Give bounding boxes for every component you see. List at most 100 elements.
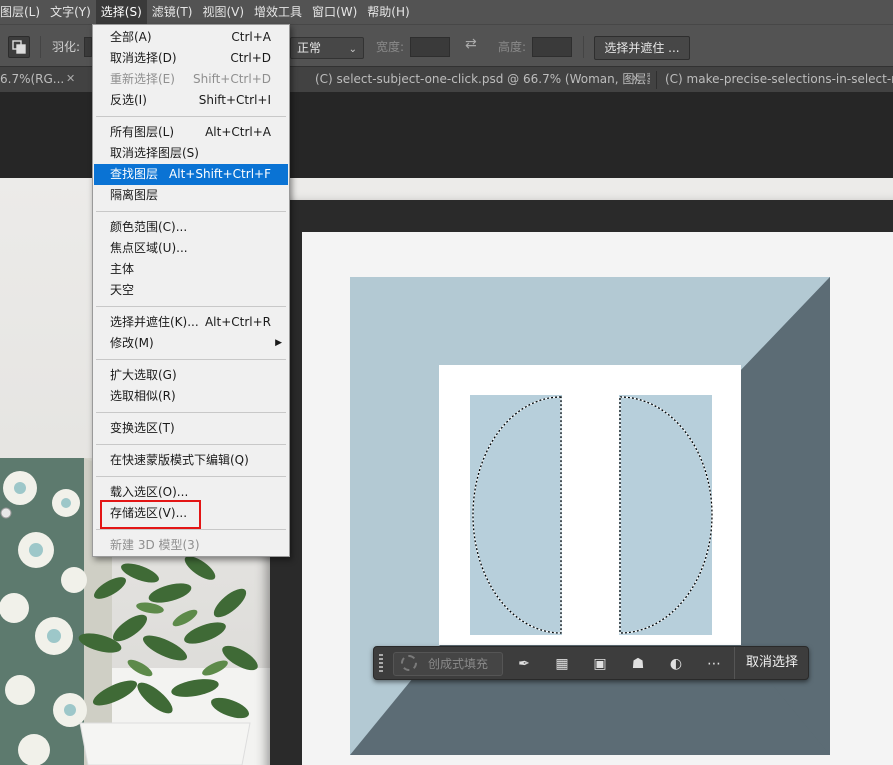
feather-label: 羽化: xyxy=(52,40,81,54)
style-select-value: 正常 xyxy=(297,41,322,55)
width-input[interactable] xyxy=(410,37,450,57)
menu-item-label: 新建 3D 模型(3) xyxy=(110,538,200,552)
document-tab[interactable]: 6.7%(RG... ✕ xyxy=(0,67,84,93)
menu-item-focus-area[interactable]: 焦点区域(U)... xyxy=(94,238,288,259)
swap-icon[interactable]: ⇄ xyxy=(465,36,477,52)
menu-separator xyxy=(96,116,286,117)
menu-item-new-3d-model: 新建 3D 模型(3) xyxy=(94,535,288,556)
invert-icon[interactable]: ◐ xyxy=(666,654,686,674)
menu-item-shortcut: Ctrl+A xyxy=(231,30,271,44)
menu-item-label: 主体 xyxy=(110,262,135,276)
generative-fill-label: 创成式填充 xyxy=(428,657,489,671)
tab-label: (C) select-subject-one-click.psd @ 66.7%… xyxy=(315,72,650,86)
select-and-mask-button[interactable]: 选择并遮住 ... xyxy=(594,36,690,60)
menu-item-all-layers[interactable]: 所有图层(L) Alt+Ctrl+A xyxy=(94,122,288,143)
height-input[interactable] xyxy=(532,37,572,57)
fill-bucket-icon[interactable]: ☗ xyxy=(628,654,648,674)
menu-item-shortcut: Ctrl+D xyxy=(230,51,271,65)
generative-fill-icon xyxy=(401,655,417,671)
menu-layer[interactable]: 图层(L) xyxy=(0,0,45,24)
menu-item-label: 全部(A) xyxy=(110,30,152,44)
document-tab[interactable]: (C) make-precise-selections-in-select-ma… xyxy=(658,67,893,93)
options-divider xyxy=(40,36,41,58)
menu-separator xyxy=(96,359,286,360)
drag-handle[interactable] xyxy=(379,654,383,672)
menu-item-inverse[interactable]: 反选(I) Shift+Ctrl+I xyxy=(94,90,288,111)
menu-item-shortcut: Alt+Ctrl+A xyxy=(205,125,271,139)
menu-item-transform-selection[interactable]: 变换选区(T) xyxy=(94,418,288,439)
menu-item-label: 反选(I) xyxy=(110,93,147,107)
menu-item-reselect: 重新选择(E) Shift+Ctrl+D xyxy=(94,69,288,90)
tab-divider xyxy=(656,71,657,89)
menu-item-label: 查找图层 xyxy=(110,167,159,181)
deselect-button[interactable]: 取消选择 xyxy=(734,647,809,679)
menu-item-label: 取消选择图层(S) xyxy=(110,146,199,160)
menu-item-sky[interactable]: 天空 xyxy=(94,280,288,301)
menu-item-similar[interactable]: 选取相似(R) xyxy=(94,386,288,407)
annotation-highlight-box xyxy=(100,500,201,529)
menu-item-grow[interactable]: 扩大选取(G) xyxy=(94,365,288,386)
menu-item-select-and-mask[interactable]: 选择并遮住(K)... Alt+Ctrl+R xyxy=(94,312,288,333)
menu-item-color-range[interactable]: 颜色范围(C)... xyxy=(94,217,288,238)
contextual-task-bar: 创成式填充 ✒ ▦ ▣ ☗ ◐ ⋯ 取消选择 xyxy=(373,646,809,680)
menu-item-label: 扩大选取(G) xyxy=(110,368,177,382)
style-select[interactable]: 正常 ⌄ xyxy=(290,37,364,59)
menu-item-label: 修改(M) xyxy=(110,336,154,350)
menu-separator xyxy=(96,444,286,445)
menu-separator xyxy=(96,529,286,530)
menu-item-shortcut: Alt+Shift+Ctrl+F xyxy=(169,167,271,181)
brush-icon[interactable]: ✒ xyxy=(514,654,534,674)
artwork-with-selection xyxy=(350,277,830,755)
menu-view[interactable]: 视图(V) xyxy=(197,0,249,24)
menu-item-label: 颜色范围(C)... xyxy=(110,220,188,234)
menu-item-label: 变换选区(T) xyxy=(110,421,175,435)
submenu-arrow-icon: ▶ xyxy=(275,338,282,348)
select-menu-dropdown: 全部(A) Ctrl+A 取消选择(D) Ctrl+D 重新选择(E) Shif… xyxy=(92,24,290,557)
menu-item-label: 选择并遮住(K)... xyxy=(110,315,199,329)
menu-item-select-all[interactable]: 全部(A) Ctrl+A xyxy=(94,27,288,48)
menu-item-isolate-layers[interactable]: 隔离图层 xyxy=(94,185,288,206)
menu-separator xyxy=(96,306,286,307)
menu-item-label: 隔离图层 xyxy=(110,188,159,202)
feather-input[interactable] xyxy=(84,37,92,57)
menu-select[interactable]: 选择(S) xyxy=(95,0,147,24)
close-icon[interactable]: ✕ xyxy=(631,67,640,91)
document-tab[interactable]: (C) select-subject-one-click.psd @ 66.7%… xyxy=(290,67,650,93)
menu-item-label: 选取相似(R) xyxy=(110,389,176,403)
menu-type[interactable]: 文字(Y) xyxy=(45,0,96,24)
menu-item-quick-mask[interactable]: 在快速蒙版模式下编辑(Q) xyxy=(94,450,288,471)
mask-select-icon[interactable]: ▦ xyxy=(552,654,572,674)
close-icon[interactable]: ✕ xyxy=(66,67,75,91)
selection-mode-button[interactable] xyxy=(8,36,30,58)
menu-item-modify[interactable]: 修改(M) ▶ xyxy=(94,333,288,354)
menu-item-shortcut: Shift+Ctrl+D xyxy=(193,72,271,86)
options-divider xyxy=(583,36,584,58)
menu-plugins[interactable]: 增效工具 xyxy=(249,0,307,24)
menu-help[interactable]: 帮助(H) xyxy=(362,0,414,24)
menu-separator xyxy=(96,211,286,212)
tab-label: 6.7%(RG... xyxy=(0,72,65,86)
menu-item-label: 天空 xyxy=(110,283,135,297)
height-label: 高度: xyxy=(498,40,527,54)
menu-filter[interactable]: 滤镜(T) xyxy=(147,0,198,24)
photo-succulent-plant xyxy=(78,556,258,765)
intersect-selection-icon xyxy=(12,40,26,54)
mask-icon[interactable]: ▣ xyxy=(590,654,610,674)
menu-item-label: 载入选区(O)... xyxy=(110,485,189,499)
menu-item-label: 取消选择(D) xyxy=(110,51,177,65)
width-label: 宽度: xyxy=(376,40,405,54)
menu-item-find-layers[interactable]: 查找图层 Alt+Shift+Ctrl+F xyxy=(94,164,288,185)
menu-separator xyxy=(96,412,286,413)
menu-item-label: 所有图层(L) xyxy=(110,125,175,139)
menu-item-label: 重新选择(E) xyxy=(110,72,175,86)
more-icon[interactable]: ⋯ xyxy=(704,654,724,674)
menu-item-deselect[interactable]: 取消选择(D) Ctrl+D xyxy=(94,48,288,69)
menu-item-label: 焦点区域(U)... xyxy=(110,241,188,255)
menu-item-subject[interactable]: 主体 xyxy=(94,259,288,280)
menu-window[interactable]: 窗口(W) xyxy=(307,0,362,24)
tab-label: (C) make-precise-selections-in-select-ma… xyxy=(665,72,893,86)
menu-item-shortcut: Alt+Ctrl+R xyxy=(204,315,271,329)
menu-item-deselect-layers[interactable]: 取消选择图层(S) xyxy=(94,143,288,164)
menu-bar: 图层(L) 文字(Y) 选择(S) 滤镜(T) 视图(V) 增效工具 窗口(W)… xyxy=(0,0,893,24)
menu-separator xyxy=(96,476,286,477)
